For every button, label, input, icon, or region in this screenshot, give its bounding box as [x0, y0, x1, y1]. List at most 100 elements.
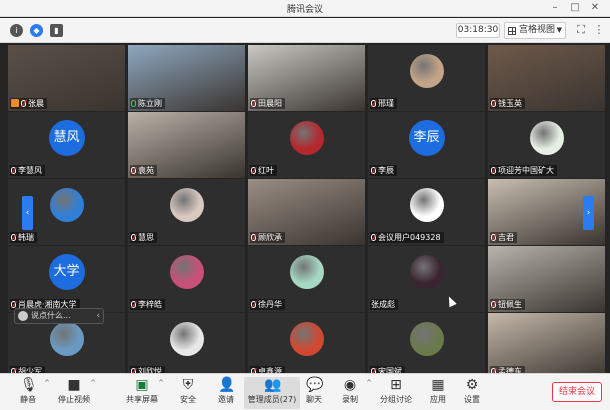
page-prev-arrow[interactable]: ‹ — [22, 196, 33, 230]
fullscreen-icon[interactable]: ⛶ — [574, 23, 588, 37]
participant-nameplate: 钮佩生 — [490, 299, 525, 310]
view-mode-button[interactable]: 宫格视图 ▼ — [504, 22, 566, 39]
participant-name: 慧思 — [138, 233, 154, 242]
participant-name: 张晨 — [28, 99, 44, 108]
grid-view-icon — [508, 27, 516, 35]
apps-icon: ▦ — [431, 377, 445, 393]
microphone-muted-icon — [131, 234, 136, 241]
microphone-muted-icon — [251, 100, 256, 107]
chat-label: 聊天 — [306, 395, 322, 404]
invite-label: 邀请 — [218, 395, 234, 404]
signal-icon[interactable]: ▮ — [50, 24, 63, 37]
share-screen-button[interactable]: ▣ 共享屏幕 ^ — [122, 377, 164, 409]
microphone-muted-icon — [251, 167, 256, 174]
participant-tile[interactable]: 顾欣承 — [248, 179, 365, 245]
participant-nameplate: 邢瑾 — [370, 98, 397, 109]
microphone-muted-icon — [251, 234, 256, 241]
chevron-up-icon[interactable]: ^ — [90, 379, 96, 387]
chevron-down-icon: ▼ — [556, 26, 562, 34]
shield-icon[interactable]: ◆ — [30, 24, 43, 37]
emoji-icon[interactable] — [18, 311, 28, 321]
share-screen-icon: ▣ — [135, 377, 149, 393]
participant-tile[interactable]: 孟德东 — [488, 313, 605, 379]
breakout-icon: ⊞ — [390, 377, 402, 393]
participant-tile[interactable]: 项迎芳中国矿大 — [488, 112, 605, 178]
host-badge-icon — [11, 99, 19, 107]
participant-name: 钱玉英 — [498, 99, 522, 108]
participant-tile[interactable]: 刘欣悦 — [128, 313, 245, 379]
participant-tile[interactable]: 钮佩生 — [488, 246, 605, 312]
close-icon[interactable]: ✕ — [588, 1, 602, 15]
minimize-icon[interactable]: – — [548, 1, 562, 15]
info-icon[interactable]: i — [10, 24, 23, 37]
page-next-arrow[interactable]: › — [583, 196, 594, 230]
breakout-label: 分组讨论 — [380, 395, 412, 404]
window-title: 腾讯会议 — [286, 5, 323, 15]
chevron-left-icon[interactable]: ‹ — [96, 309, 100, 323]
chat-quick-input[interactable]: 说点什么... ‹ — [14, 308, 104, 324]
chat-button[interactable]: 💬 聊天 — [294, 377, 334, 409]
participant-name: 田晨阳 — [258, 99, 282, 108]
participant-tile[interactable]: 张成彪 — [368, 246, 485, 312]
participant-tile[interactable]: 袁苑 — [128, 112, 245, 178]
meeting-window: 腾讯会议 – □ ✕ i ◆ ▮ 03:18:30 宫格视图 ▼ ⛶ ⋮ 张晨 陈… — [0, 0, 610, 410]
settings-button[interactable]: ⚙ 设置 — [452, 377, 492, 409]
breakout-button[interactable]: ⊞ 分组讨论 — [376, 377, 416, 409]
participant-tile[interactable]: 会议用户049328 — [368, 179, 485, 245]
settings-label: 设置 — [464, 395, 480, 404]
participant-tile[interactable]: 田晨阳 — [248, 45, 365, 111]
participant-tile[interactable]: 陈立刚 — [128, 45, 245, 111]
microphone-muted-icon — [491, 167, 496, 174]
microphone-muted-icon — [491, 301, 496, 308]
microphone-icon: 🎙 — [20, 377, 38, 393]
shield-icon: ⛨ — [182, 377, 194, 393]
participant-tile[interactable]: 卓鑫源 — [248, 313, 365, 379]
record-button[interactable]: ◉ 录制 ^ — [330, 377, 372, 409]
participant-tile[interactable]: 李梓皓 — [128, 246, 245, 312]
microphone-muted-icon — [131, 301, 136, 308]
more-icon[interactable]: ⋮ — [592, 23, 606, 37]
participant-nameplate: 顾欣承 — [250, 232, 285, 243]
participant-avatar — [169, 188, 204, 222]
participant-avatar — [409, 188, 444, 222]
participant-avatar — [49, 322, 84, 356]
microphone-muted-icon — [371, 100, 376, 107]
chevron-up-icon[interactable]: ^ — [366, 379, 372, 387]
participant-tile[interactable]: 徐丹华 — [248, 246, 365, 312]
maximize-icon[interactable]: □ — [568, 1, 582, 15]
participant-tile[interactable]: 张晨 — [8, 45, 125, 111]
mute-button[interactable]: 🎙 静音 ^ — [8, 377, 50, 409]
participant-avatar — [169, 255, 204, 289]
microphone-muted-icon — [11, 234, 16, 241]
participant-name: 顾欣承 — [258, 233, 282, 242]
invite-button[interactable]: 👤 邀请 — [206, 377, 246, 409]
manage-members-button[interactable]: 👥 管理成员(27) — [244, 377, 300, 409]
participant-tile[interactable]: 红叶 — [248, 112, 365, 178]
meeting-top-bar: i ◆ ▮ 03:18:30 宫格视图 ▼ ⛶ ⋮ — [0, 18, 610, 43]
participant-tile[interactable]: 宋国斌 — [368, 313, 485, 379]
participant-tile[interactable]: 慧思 — [128, 179, 245, 245]
security-label: 安全 — [180, 395, 196, 404]
security-button[interactable]: ⛨ 安全 — [168, 377, 208, 409]
participant-nameplate: 会议用户049328 — [370, 232, 444, 243]
participant-nameplate: 项迎芳中国矿大 — [490, 165, 557, 176]
meeting-toolbar: 🎙 静音 ^ ■ 停止视频 ^ ▣ 共享屏幕 ^ ⛨ 安全 👤 邀请 👥 管理成… — [0, 373, 610, 410]
participant-tile[interactable]: 李辰 李辰 — [368, 112, 485, 178]
participant-tile[interactable]: 钱玉英 — [488, 45, 605, 111]
participant-avatar — [409, 255, 444, 289]
participant-tile[interactable]: 慧风 李慧风 — [8, 112, 125, 178]
chevron-up-icon[interactable]: ^ — [158, 379, 164, 387]
participant-name: 韩瑞 — [18, 233, 34, 242]
mute-label: 静音 — [20, 395, 36, 404]
participant-tile[interactable]: 邢瑾 — [368, 45, 485, 111]
participant-nameplate: 吉君 — [490, 232, 517, 243]
end-meeting-button[interactable]: 结束会议 — [552, 382, 602, 402]
participant-nameplate: 钱玉英 — [490, 98, 525, 109]
participant-avatar — [409, 322, 444, 356]
participant-nameplate: 韩瑞 — [10, 232, 37, 243]
stop-video-button[interactable]: ■ 停止视频 ^ — [54, 377, 96, 409]
participant-tile[interactable]: 大学 肖晨虎·湘南大学 — [8, 246, 125, 312]
participant-name: 袁苑 — [138, 166, 154, 175]
camera-icon: ■ — [67, 377, 81, 393]
chevron-up-icon[interactable]: ^ — [44, 379, 50, 387]
